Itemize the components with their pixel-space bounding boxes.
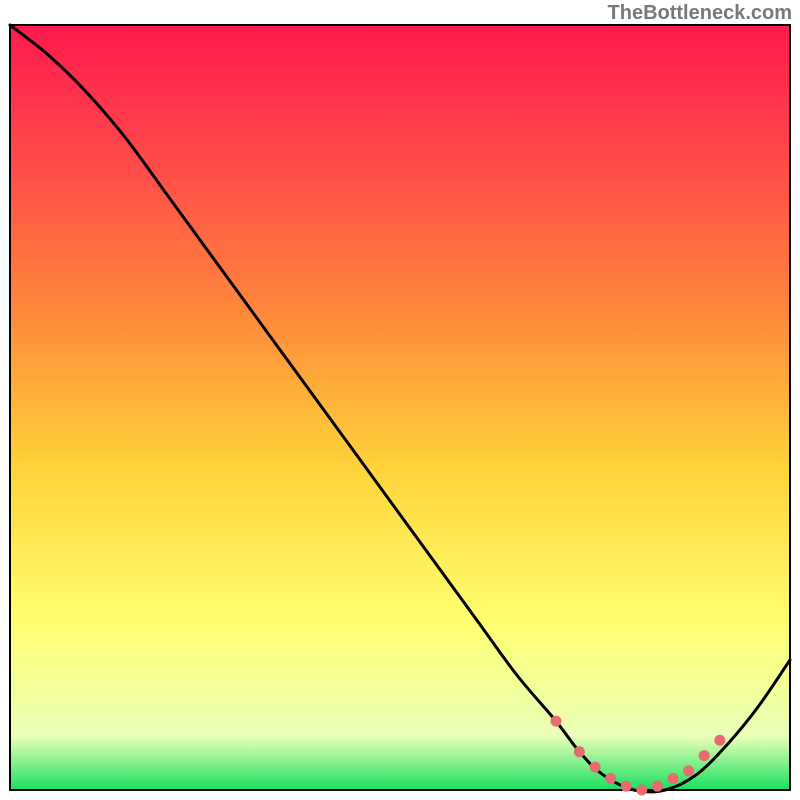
- fit-marker: [699, 750, 710, 761]
- fit-marker: [551, 716, 562, 727]
- fit-marker: [668, 773, 679, 784]
- chart-container: TheBottleneck.com: [0, 0, 800, 800]
- fit-marker: [605, 773, 616, 784]
- fit-marker: [590, 762, 601, 773]
- fit-marker: [683, 765, 694, 776]
- fit-marker: [714, 735, 725, 746]
- fit-marker: [621, 781, 632, 792]
- bottleneck-chart: [0, 0, 800, 800]
- fit-marker: [652, 781, 663, 792]
- fit-marker: [636, 785, 647, 796]
- fit-marker: [574, 746, 585, 757]
